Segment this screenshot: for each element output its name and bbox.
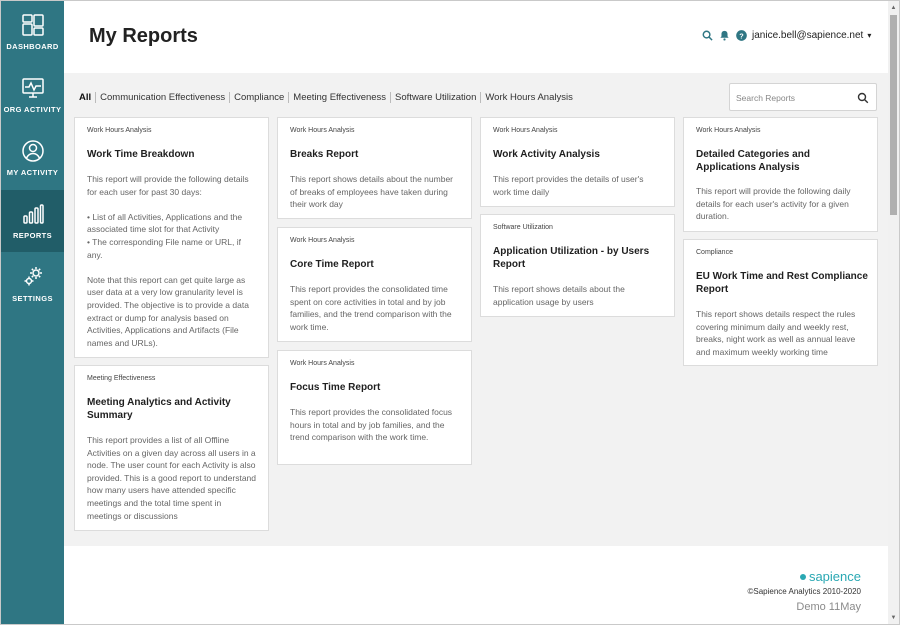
report-title: Work Time Breakdown (87, 149, 195, 160)
sidebar-item-dashboard[interactable]: DASHBOARD (1, 1, 64, 63)
header: My Reports ? janice.bell@sapience.net ▾ (64, 1, 888, 73)
sidebar-item-my-activity[interactable]: MY ACTIVITY (1, 127, 64, 189)
reports-content: All Communication Effectiveness Complian… (64, 73, 888, 546)
report-title: Core Time Report (290, 259, 374, 270)
report-card-detailed-categories[interactable]: Work Hours Analysis Detailed Categories … (683, 117, 878, 232)
filter-compliance[interactable]: Compliance (230, 92, 288, 103)
report-title: Detailed Categories and Applications Ana… (696, 149, 810, 173)
report-title: Breaks Report (290, 149, 359, 160)
search-icon[interactable] (702, 30, 713, 41)
sidebar-item-settings[interactable]: SETTINGS (1, 253, 64, 315)
report-category: Work Hours Analysis (290, 127, 355, 134)
footer: sapience ©Sapience Analytics 2010-2020 D… (64, 546, 888, 624)
report-category: Work Hours Analysis (290, 360, 355, 367)
chevron-down-icon: ▾ (867, 31, 872, 40)
report-category: Compliance (696, 249, 733, 256)
report-title: Work Activity Analysis (493, 149, 600, 160)
report-title: Focus Time Report (290, 382, 381, 393)
report-description: This report shows details respect the ru… (696, 309, 856, 357)
report-category: Work Hours Analysis (493, 127, 558, 134)
filter-software-utilization[interactable]: Software Utilization (391, 92, 480, 103)
sidebar: DASHBOARD ORG ACTIVITY MY ACTIVITY REPOR… (1, 1, 64, 624)
report-category: Work Hours Analysis (87, 127, 152, 134)
user-email: janice.bell@sapience.net (752, 30, 864, 41)
reports-icon (22, 204, 44, 224)
report-description: This report shows details about the numb… (290, 174, 454, 210)
sidebar-item-label: SETTINGS (12, 294, 53, 303)
report-category: Software Utilization (493, 224, 553, 231)
scroll-up-icon[interactable]: ▲ (888, 2, 899, 13)
search-input[interactable] (736, 90, 848, 105)
sidebar-item-label: DASHBOARD (6, 42, 59, 51)
bell-icon[interactable] (719, 30, 730, 41)
page-title: My Reports (89, 25, 198, 47)
scrollbar-thumb[interactable] (890, 15, 897, 215)
scroll-down-icon[interactable]: ▼ (888, 612, 899, 623)
org-activity-icon (21, 78, 44, 98)
sapience-logo: sapience (799, 569, 861, 584)
search-icon[interactable] (857, 92, 869, 104)
report-description: This report will provide the following d… (87, 174, 249, 348)
search-reports-box (729, 83, 877, 111)
report-description: This report shows details about the appl… (493, 284, 625, 307)
report-description: This report provides the consolidated fo… (290, 407, 453, 443)
report-description: This report provides a list of all Offli… (87, 435, 257, 521)
sidebar-item-label: MY ACTIVITY (6, 168, 59, 177)
user-menu[interactable]: janice.bell@sapience.net ▾ (752, 30, 871, 41)
sidebar-item-label: REPORTS (12, 231, 53, 240)
svg-text:?: ? (739, 31, 744, 40)
report-category: Work Hours Analysis (696, 127, 761, 134)
sidebar-item-reports[interactable]: REPORTS (1, 190, 64, 252)
report-title: Application Utilization - by Users Repor… (493, 246, 650, 270)
filter-communication-effectiveness[interactable]: Communication Effectiveness (96, 92, 229, 103)
report-card-breaks-report[interactable]: Work Hours Analysis Breaks Report This r… (277, 117, 472, 219)
report-category: Meeting Effectiveness (87, 375, 156, 382)
sidebar-item-org-activity[interactable]: ORG ACTIVITY (1, 64, 64, 126)
report-description: This report will provide the following d… (696, 186, 851, 222)
sidebar-item-label: ORG ACTIVITY (3, 105, 62, 114)
demo-version-label: Demo 11May (796, 601, 861, 613)
brand-name: sapience (808, 569, 861, 584)
report-description: This report provides the consolidated ti… (290, 284, 452, 332)
report-filter-bar: All Communication Effectiveness Complian… (79, 92, 577, 103)
report-category: Work Hours Analysis (290, 237, 355, 244)
filter-meeting-effectiveness[interactable]: Meeting Effectiveness (289, 92, 390, 103)
report-card-application-utilization[interactable]: Software Utilization Application Utiliza… (480, 214, 675, 317)
report-description: This report provides the details of user… (493, 174, 644, 197)
user-icon (21, 140, 44, 162)
report-card-focus-time-report[interactable]: Work Hours Analysis Focus Time Report Th… (277, 350, 472, 465)
help-icon[interactable]: ? (736, 30, 747, 41)
report-card-eu-work-time-compliance[interactable]: Compliance EU Work Time and Rest Complia… (683, 239, 878, 366)
gear-icon (24, 267, 42, 286)
report-card-core-time-report[interactable]: Work Hours Analysis Core Time Report Thi… (277, 227, 472, 342)
header-icons: ? (702, 30, 747, 41)
report-title: EU Work Time and Rest Compliance Report (696, 271, 868, 295)
copyright-text: ©Sapience Analytics 2010-2020 (747, 587, 861, 596)
filter-work-hours-analysis[interactable]: Work Hours Analysis (481, 92, 576, 103)
report-title: Meeting Analytics and Activity Summary (87, 397, 231, 421)
dashboard-icon (21, 14, 44, 36)
report-card-work-activity-analysis[interactable]: Work Hours Analysis Work Activity Analys… (480, 117, 675, 207)
page-scrollbar[interactable]: ▲ ▼ (888, 1, 899, 624)
filter-all[interactable]: All (79, 92, 95, 103)
logo-dot-icon (799, 573, 806, 580)
report-card-work-time-breakdown[interactable]: Work Hours Analysis Work Time Breakdown … (74, 117, 269, 358)
report-card-meeting-analytics[interactable]: Meeting Effectiveness Meeting Analytics … (74, 365, 269, 531)
